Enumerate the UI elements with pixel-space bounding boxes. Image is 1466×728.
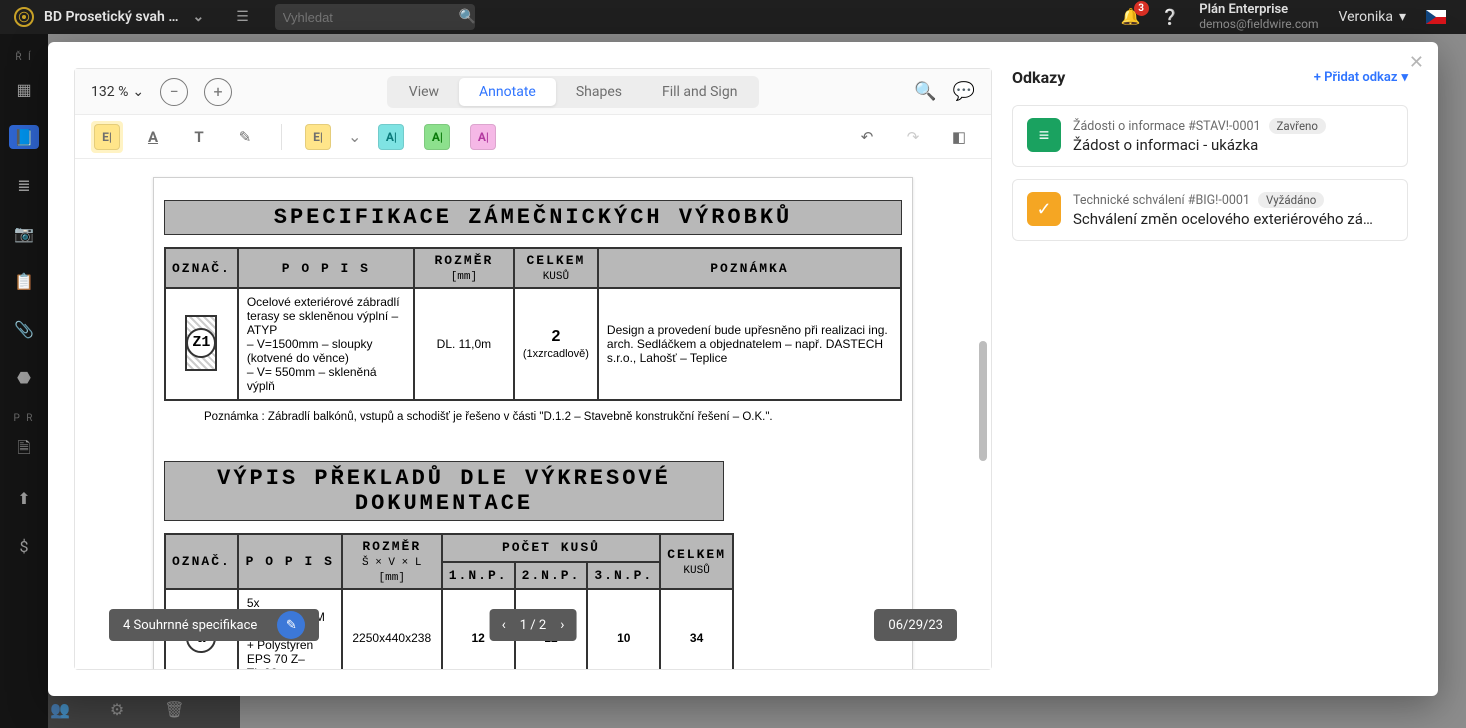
edit-doc-icon[interactable]: ✎	[277, 611, 305, 639]
app-logo: ⦿	[14, 7, 34, 27]
th-oznac: OZNAČ.	[165, 248, 238, 288]
next-page-icon[interactable]: ›	[560, 617, 564, 633]
link-type-icon: ≡	[1027, 118, 1061, 152]
comments-icon[interactable]: 💬	[953, 81, 975, 102]
underline-tool[interactable]: A	[137, 121, 169, 153]
tab-annotate[interactable]: Annotate	[459, 78, 556, 106]
rail-budget-icon[interactable]: $	[9, 534, 39, 558]
th-celkem: CELKEMKUSŮ	[514, 248, 598, 288]
add-link-button[interactable]: + Přidat odkaz ▾	[1314, 70, 1408, 85]
scrollbar[interactable]	[979, 341, 987, 461]
notif-badge: 3	[1134, 1, 1149, 16]
rail-heading-1: Ř Í	[15, 52, 32, 63]
link-status-badge: Vyžádáno	[1258, 192, 1324, 208]
search-field[interactable]: 🔍	[275, 4, 475, 30]
footer-date: 06/29/23	[874, 609, 957, 641]
rail-heading-2: P R	[14, 413, 35, 424]
rail-rfi-icon[interactable]: 🗎	[9, 438, 39, 462]
pdf-viewer: 132 % ⌄ − + View Annotate Shapes Fill an…	[74, 68, 992, 670]
chevron-down-icon: ▾	[1401, 70, 1408, 85]
toolbar-divider	[281, 124, 282, 150]
table-row: Z1 Ocelové exteriérové zábradlí terasy s…	[165, 288, 901, 400]
topbar: ⦿ BD Prosetický svah … ⌄ ☰ 🔍 🔔3 ❔ Plán E…	[0, 0, 1466, 34]
link-meta: Žádosti o informace #STAV!-0001	[1073, 119, 1261, 134]
doc-note: Poznámka : Zábradlí balkónů, vstupů a sc…	[154, 409, 912, 435]
user-name: Veronika	[1338, 9, 1392, 25]
zoom-in-button[interactable]: +	[204, 78, 232, 106]
rail-submittals-icon[interactable]: ⬆	[9, 486, 39, 510]
color-yellow[interactable]: E|	[302, 121, 334, 153]
doc-title-1: SPECIFIKACE ZÁMEČNICKÝCH VÝROBKŮ	[164, 200, 902, 235]
link-status-badge: Zavřeno	[1269, 118, 1326, 134]
plan-name: Plán Enterprise	[1199, 3, 1318, 17]
text-tool[interactable]: T	[183, 121, 215, 153]
spec-table-2: OZNAČ. P O P I S ROZMĚRŠ × V × L [mm] PO…	[164, 533, 734, 669]
link-type-icon: ✓	[1027, 192, 1061, 226]
menu-icon[interactable]: ☰	[236, 9, 249, 25]
rail-3d-icon[interactable]: ⬣	[9, 365, 39, 389]
link-title: Schválení změn ocelového exteriérového z…	[1073, 210, 1373, 228]
close-icon[interactable]: ✕	[1409, 52, 1424, 73]
rail-specs-icon[interactable]: 📘	[9, 125, 39, 149]
footer-doc-label: 4 Souhrnné specifikace ✎	[109, 609, 319, 641]
freehand-tool[interactable]: ✎	[229, 121, 261, 153]
brand-block: ⦿ BD Prosetický svah … ⌄	[0, 7, 218, 27]
notifications-icon[interactable]: 🔔3	[1121, 7, 1141, 26]
rail-files-icon[interactable]: 📎	[9, 317, 39, 341]
th-pozn: POZNÁMKA	[598, 248, 901, 288]
annotate-toolbar: E| A T ✎ E| ⌄ A| A| A| ↶ ↷ ◧	[75, 115, 991, 159]
viewer-search-icon[interactable]: 🔍	[914, 81, 936, 102]
viewer-mode-tabs: View Annotate Shapes Fill and Sign	[387, 76, 760, 108]
leftrail: Ř Í ▦ 📘 ≣ 📷 📋 📎 ⬣ P R 🗎 ⬆ $	[0, 34, 48, 728]
th-popis: P O P I S	[238, 248, 414, 288]
link-card[interactable]: ≡ Žádosti o informace #STAV!-0001 Zavřeno Ž…	[1012, 105, 1408, 167]
doc-title-2: VÝPIS PŘEKLADŮ DLE VÝKRESOVÉ DOKUMENTACE	[164, 461, 724, 521]
link-card[interactable]: ✓ Technické schválení #BIG!-0001 Vyžádáno S…	[1012, 179, 1408, 241]
color-dropdown-icon[interactable]: ⌄	[348, 127, 361, 146]
color-green[interactable]: A|	[421, 121, 453, 153]
tab-fillsign[interactable]: Fill and Sign	[642, 78, 757, 106]
link-meta: Technické schválení #BIG!-0001	[1073, 193, 1250, 208]
highlight-tool[interactable]: E|	[91, 121, 123, 153]
help-icon[interactable]: ❔	[1161, 8, 1180, 26]
plan-email: demos@fieldwire.com	[1199, 18, 1318, 31]
viewer-canvas[interactable]: SPECIFIKACE ZÁMEČNICKÝCH VÝROBKŮ OZNAČ. …	[75, 159, 991, 669]
tab-shapes[interactable]: Shapes	[556, 78, 642, 106]
search-icon[interactable]: 🔍	[459, 9, 476, 25]
links-panel: Odkazy + Přidat odkaz ▾ ≡ Žádosti o infor…	[1008, 42, 1438, 696]
redo-icon[interactable]: ↷	[897, 121, 929, 153]
eraser-icon[interactable]: ◧	[943, 121, 975, 153]
page-indicator: 1 / 2	[520, 618, 546, 633]
chevron-down-icon: ⌄	[132, 84, 144, 100]
tab-view[interactable]: View	[389, 78, 459, 106]
undo-icon[interactable]: ↶	[851, 121, 883, 153]
document-page: SPECIFIKACE ZÁMEČNICKÝCH VÝROBKŮ OZNAČ. …	[153, 177, 913, 669]
search-input[interactable]	[283, 10, 459, 25]
page-navigator: ‹ 1 / 2 ›	[490, 609, 577, 641]
rail-photos-icon[interactable]: 📷	[9, 221, 39, 245]
color-pink[interactable]: A|	[467, 121, 499, 153]
spec-table-1: OZNAČ. P O P I S ROZMĚR[mm] CELKEMKUSŮ P…	[164, 247, 902, 401]
links-title: Odkazy	[1012, 68, 1065, 87]
rail-plans-icon[interactable]: ▦	[9, 77, 39, 101]
rail-tasks-icon[interactable]: ≣	[9, 173, 39, 197]
project-chevron-icon[interactable]: ⌄	[193, 9, 205, 25]
viewer-toolbar-top: 132 % ⌄ − + View Annotate Shapes Fill an…	[75, 69, 991, 115]
chevron-down-icon: ▾	[1399, 9, 1406, 25]
rail-forms-icon[interactable]: 📋	[9, 269, 39, 293]
color-cyan[interactable]: A|	[375, 121, 407, 153]
plan-block[interactable]: Plán Enterprise demos@fieldwire.com	[1199, 3, 1318, 30]
zoom-out-button[interactable]: −	[160, 78, 188, 106]
project-name[interactable]: BD Prosetický svah …	[44, 9, 179, 25]
flag-cz-icon[interactable]	[1426, 10, 1446, 24]
prev-page-icon[interactable]: ‹	[502, 617, 506, 633]
th-rozmer: ROZMĚR[mm]	[414, 248, 514, 288]
link-title: Žádost o informaci - ukázka	[1073, 136, 1326, 154]
zoom-value[interactable]: 132 % ⌄	[91, 84, 144, 100]
user-menu[interactable]: Veronika ▾	[1338, 9, 1406, 25]
modal: ✕ 132 % ⌄ − + View Annotate Shapes Fill …	[48, 42, 1438, 696]
